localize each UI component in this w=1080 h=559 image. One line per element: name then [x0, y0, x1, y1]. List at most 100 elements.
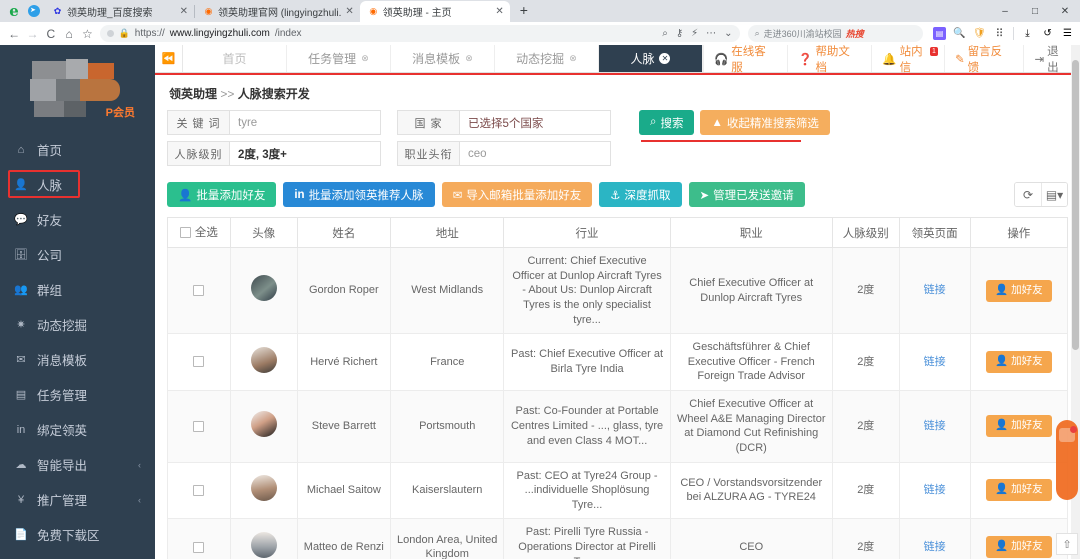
sidebar-item-bind-linkedin[interactable]: in 绑定领英 [0, 412, 155, 447]
keyword-input[interactable]: tyre [230, 111, 380, 134]
add-friend-button[interactable]: 👤 加好友 [986, 479, 1052, 502]
collapse-left-icon[interactable]: ⏪ [155, 45, 183, 72]
linkedin-link[interactable]: 链接 [924, 284, 946, 296]
sidebar-item-company[interactable]: 🗄 公司 [0, 237, 155, 272]
add-friend-button[interactable]: 👤 加好友 [986, 536, 1052, 559]
contacts-icon: 👤 [14, 179, 28, 191]
sidebar-item-group[interactable]: 👥 群组 [0, 272, 155, 307]
online-service-button[interactable]: 🎧 在线客服 [702, 45, 787, 74]
import-mailbox-button[interactable]: ✉ 导入邮箱批量添加好友 [441, 182, 593, 207]
shield-ext-icon[interactable]: 🛡 [973, 27, 986, 40]
sidebar-item-downloads[interactable]: 📄 免费下载区 [0, 517, 155, 552]
search-button-label: 搜索 [660, 117, 684, 130]
bulk-add-linkedin-recommend-button[interactable]: in 批量添加领英推荐人脉 [283, 182, 435, 207]
country-input[interactable]: 已选择5个国家 [460, 111, 610, 134]
sidebar-item-profile-center[interactable]: ⚙ 个人中心 ‹ [0, 552, 155, 559]
magnifier-ext-icon[interactable]: 🔍 [953, 27, 966, 40]
browser-tab-1[interactable]: ✿ 领英助理_百度搜索 ✕ [44, 1, 194, 22]
row-checkbox[interactable] [193, 541, 205, 553]
zoom-icon[interactable]: ⌕ [662, 28, 668, 39]
sidebar-item-contacts[interactable]: 👤 人脉 [0, 167, 155, 202]
close-icon[interactable]: ⊗ [361, 53, 369, 64]
breadcrumb-separator: >> [220, 87, 235, 101]
add-friend-button[interactable]: 👤 加好友 [986, 279, 1052, 302]
chevron-down-icon[interactable]: ⌄ [724, 28, 732, 39]
search-button[interactable]: ⌕ 搜索 [639, 110, 695, 135]
refresh-icon[interactable]: ⟳ [1015, 183, 1041, 206]
row-checkbox[interactable] [193, 356, 205, 368]
tab-message-template[interactable]: 消息模板 ⊗ [390, 45, 495, 72]
close-icon[interactable]: ✕ [659, 53, 671, 64]
row-level: 2度 [831, 390, 900, 463]
breadcrumb-root[interactable]: 领英助理 [169, 87, 217, 101]
tab-contacts[interactable]: 人脉 ✕ [598, 45, 703, 72]
manage-sent-invites-button[interactable]: ➤ 管理已发送邀请 [688, 182, 805, 207]
sidebar-item-friends[interactable]: 💬 好友 [0, 202, 155, 237]
page-scrollbar-thumb[interactable] [1072, 60, 1079, 350]
sidebar-item-task[interactable]: ▤ 任务管理 [0, 377, 155, 412]
sidebar-item-message-template[interactable]: ✉ 消息模板 [0, 342, 155, 377]
sidebar-item-promotion[interactable]: ¥ 推广管理 ‹ [0, 482, 155, 517]
tab-home[interactable]: 首页 [182, 45, 287, 72]
browser-tab-2-close-icon[interactable]: ✕ [345, 6, 353, 17]
collapse-filter-button[interactable]: ▲ 收起精准搜索筛选 [700, 110, 830, 135]
new-tab-button[interactable]: + [510, 2, 536, 20]
feedback-button[interactable]: ✎ 留言反馈 [943, 45, 1023, 74]
job-title-input[interactable]: ceo [460, 142, 610, 165]
browser-tab-1-close-icon[interactable]: ✕ [180, 6, 188, 17]
add-friend-button[interactable]: 👤 加好友 [986, 415, 1052, 438]
tab-dynamic-mining[interactable]: 动态挖掘 ⊗ [494, 45, 599, 72]
close-window-icon[interactable]: ✕ [1050, 0, 1080, 22]
columns-icon[interactable]: ▤▾ [1041, 183, 1067, 206]
forward-icon[interactable]: → [24, 24, 40, 44]
browser-search-box[interactable]: ⌕ 走进360川渝站校园 热搜 [747, 25, 924, 42]
main-panel: 领英助理 >> 人脉搜索开发 关 键 词 tyre 人脉级别 2度, 3度+ 国… [155, 75, 1080, 559]
select-all-checkbox[interactable] [179, 226, 191, 238]
linkedin-link[interactable]: 链接 [924, 484, 946, 496]
add-friend-button[interactable]: 👤 加好友 [986, 351, 1052, 374]
browser-tab-3[interactable]: ◉ 领英助理 - 主页 ✕ [359, 1, 510, 22]
sidebar-item-dynamic[interactable]: ✷ 动态挖掘 [0, 307, 155, 342]
back-to-top-button[interactable]: ⇧ [1056, 533, 1078, 555]
purple-ext-icon[interactable]: ▤ [933, 27, 947, 40]
add-friend-label: 加好友 [1011, 483, 1043, 496]
level-input[interactable]: 2度, 3度+ [230, 142, 380, 165]
browser-tab-2[interactable]: ◉ 领英助理官网 (lingyingzhuli. ✕ [195, 1, 360, 22]
menu-icon[interactable]: ☰ [1061, 27, 1074, 40]
minimize-icon[interactable]: – [990, 0, 1020, 22]
favorite-icon[interactable]: ☆ [79, 24, 95, 44]
grid-ext-icon[interactable]: ⠿ [993, 27, 1006, 40]
home-icon[interactable]: ⌂ [61, 24, 77, 44]
row-checkbox[interactable] [193, 420, 205, 432]
floating-promo-button[interactable] [1056, 420, 1078, 500]
reload-icon[interactable]: C [43, 24, 59, 44]
table-row: Hervé Richert France Past: Chief Executi… [167, 333, 1069, 391]
address-bar[interactable]: 🔒 https:// www.lingyingzhuli.com /index … [99, 25, 740, 42]
row-checkbox-cell [167, 333, 231, 391]
history-icon[interactable]: ↺ [1041, 27, 1054, 40]
more-icon[interactable]: ⋯ [706, 28, 716, 39]
sidebar-item-home[interactable]: ⌂ 首页 [0, 132, 155, 167]
linkedin-link[interactable]: 链接 [924, 541, 946, 553]
row-link-cell: 链接 [898, 246, 971, 335]
back-icon[interactable]: ← [6, 24, 22, 44]
key-icon[interactable]: ⚷ [676, 28, 683, 39]
row-checkbox[interactable] [193, 484, 205, 496]
site-info-icon[interactable] [106, 30, 114, 37]
close-icon[interactable]: ⊗ [465, 53, 473, 64]
lightning-icon[interactable]: ⚡ [691, 28, 698, 39]
browser-tab-3-close-icon[interactable]: ✕ [495, 6, 503, 17]
action-label: 管理已发送邀请 [713, 189, 794, 202]
row-checkbox[interactable] [193, 284, 205, 296]
close-icon[interactable]: ⊗ [569, 53, 577, 64]
linkedin-link[interactable]: 链接 [924, 356, 946, 368]
sidebar-item-export[interactable]: ☁ 智能导出 ‹ [0, 447, 155, 482]
download-icon[interactable]: ⤓ [1021, 27, 1034, 40]
maximize-icon[interactable]: □ [1020, 0, 1050, 22]
inbox-button[interactable]: 🔔 站内信 1 [871, 45, 944, 74]
tab-task-management[interactable]: 任务管理 ⊗ [286, 45, 391, 72]
deep-crawl-button[interactable]: ⚓ 深度抓取 [599, 182, 682, 207]
linkedin-link[interactable]: 链接 [924, 420, 946, 432]
help-doc-button[interactable]: ❓ 帮助文档 [787, 45, 871, 74]
bulk-add-friend-button[interactable]: 👤 批量添加好友 [167, 182, 277, 207]
